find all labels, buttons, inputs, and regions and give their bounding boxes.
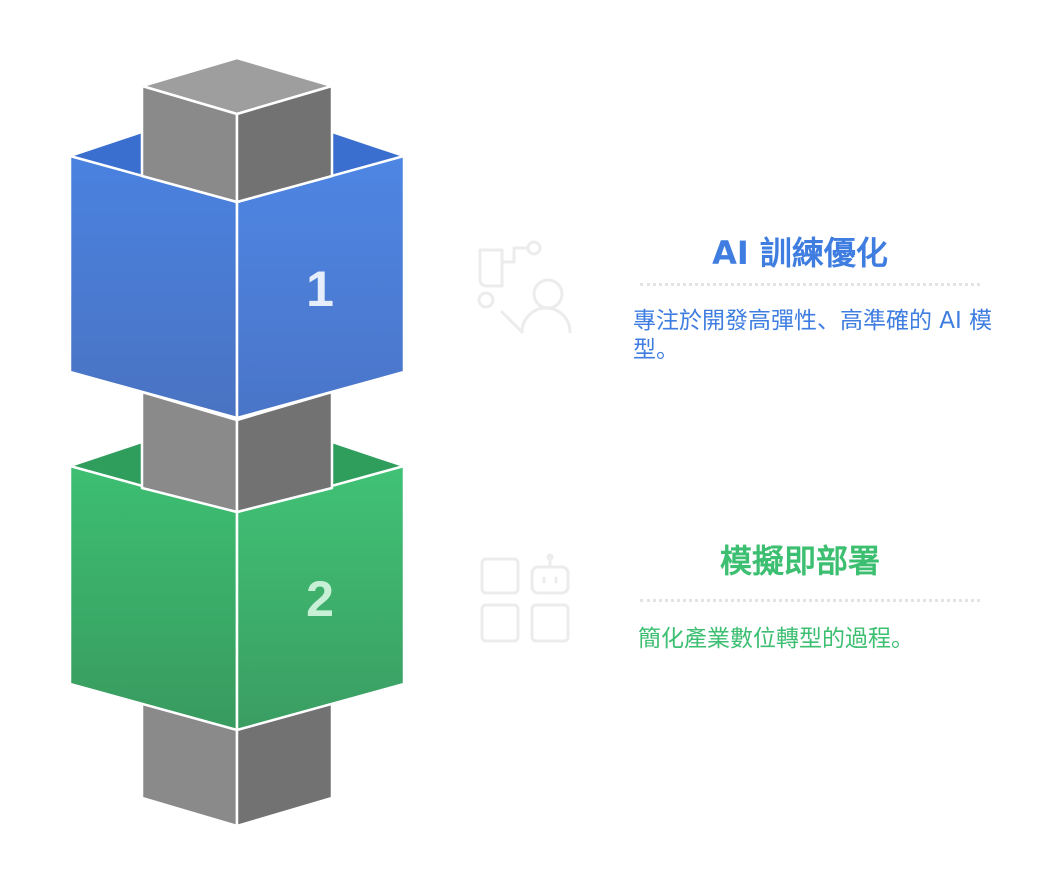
ai-training-icon bbox=[477, 240, 572, 334]
stacked-cubes-diagram: 1 2 bbox=[68, 56, 406, 828]
robot-apps-icon bbox=[480, 553, 570, 643]
step-2-divider bbox=[640, 599, 980, 602]
step-1-description: 專注於開發高彈性、高準確的 AI 模型。 bbox=[633, 308, 993, 363]
step-2-description: 簡化產業數位轉型的過程。 bbox=[638, 626, 914, 652]
step-1-divider bbox=[640, 283, 980, 286]
core-top-segment bbox=[140, 56, 334, 204]
step-2-title: 模擬即部署 bbox=[719, 542, 880, 580]
cube-1-number: 1 bbox=[306, 261, 334, 317]
cube-2-number: 2 bbox=[306, 571, 334, 627]
step-1-title: AI 訓練優化 bbox=[712, 234, 888, 272]
